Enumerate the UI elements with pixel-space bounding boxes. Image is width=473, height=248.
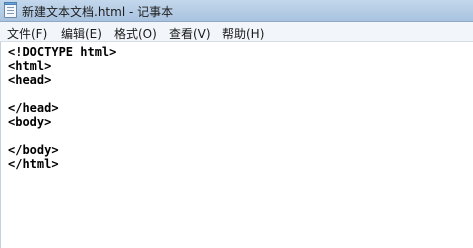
menu-view[interactable]: 查看(V) <box>169 25 211 42</box>
menu-format[interactable]: 格式(O) <box>114 25 157 42</box>
code-line-6: <body> <box>8 115 52 129</box>
menu-bar: 文件(F) 编辑(E) 格式(O) 查看(V) 帮助(H) <box>0 22 473 42</box>
title-bar[interactable]: 新建文本文档.html - 记事本 <box>0 0 473 22</box>
code-line-5: </head> <box>8 101 59 115</box>
menu-file[interactable]: 文件(F) <box>7 25 47 42</box>
code-line-8: </body> <box>8 143 59 157</box>
menu-help[interactable]: 帮助(H) <box>222 25 264 42</box>
code-line-2: <html> <box>8 59 52 73</box>
notepad-icon[interactable] <box>4 2 17 18</box>
window-title: 新建文本文档.html - 记事本 <box>22 5 174 19</box>
code-line-3: <head> <box>8 73 52 87</box>
text-editor[interactable]: <!DOCTYPE html> <html> <head> </head> <b… <box>0 42 473 248</box>
menu-edit[interactable]: 编辑(E) <box>61 25 102 42</box>
code-line-9: </html> <box>8 157 59 171</box>
code-line-1: <!DOCTYPE html> <box>8 45 117 59</box>
